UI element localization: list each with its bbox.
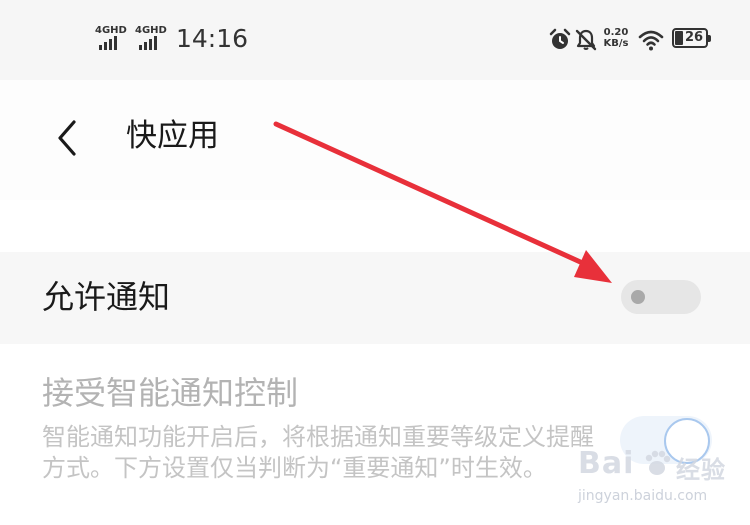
- page-title: 快应用: [126, 118, 219, 154]
- chevron-left-icon: [58, 120, 76, 156]
- net-speed-value: 0.20: [603, 27, 629, 38]
- allow-notifications-row[interactable]: 允许通知: [0, 252, 750, 344]
- smart-notification-description: 智能通知功能开启后，将根据通知重要等级定义提醒方式。下方设置仅当判断为“重要通知…: [42, 423, 594, 482]
- mute-bell-icon: [574, 28, 598, 52]
- toggle-knob: [664, 418, 710, 464]
- status-time: 14:16: [176, 24, 249, 53]
- battery-level: 26: [684, 30, 704, 45]
- sim1-signal-icon: 4GHD: [95, 26, 131, 52]
- smart-notification-row: 接受智能通知控制 智能通知功能开启后，将根据通知重要等级定义提醒方式。下方设置仅…: [0, 344, 750, 525]
- allow-notifications-label: 允许通知: [42, 278, 171, 316]
- app-header: 快应用: [0, 80, 750, 200]
- net-speed-unit: KB/s: [603, 38, 629, 49]
- battery-icon: 26: [672, 28, 714, 50]
- status-bar: 4GHD 4GHD 14:16 0.20 KB/s 26: [0, 0, 750, 80]
- smart-notification-toggle: [620, 416, 712, 464]
- allow-notifications-toggle[interactable]: [621, 280, 701, 314]
- alarm-icon: [548, 28, 572, 52]
- smart-notification-label: 接受智能通知控制: [42, 374, 299, 412]
- toggle-knob: [631, 290, 645, 304]
- sim2-signal-icon: 4GHD: [135, 26, 171, 52]
- net-speed-indicator: 0.20 KB/s: [601, 27, 631, 49]
- sim1-network-label: 4GHD: [95, 25, 127, 36]
- sim2-network-label: 4GHD: [135, 25, 167, 36]
- wifi-icon: [638, 28, 664, 52]
- back-button[interactable]: [48, 116, 88, 160]
